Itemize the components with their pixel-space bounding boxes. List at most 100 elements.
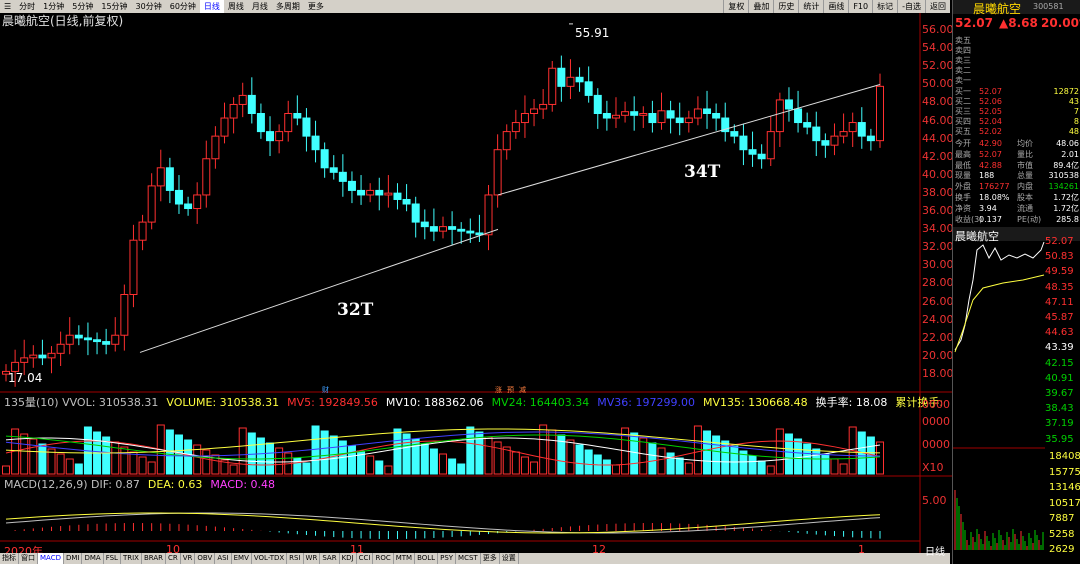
volume-bar xyxy=(384,465,393,475)
indicator-value: MV36: 197299.00 xyxy=(597,396,695,409)
indicator-value: MV5: 192849.56 xyxy=(287,396,378,409)
indicator-tab[interactable]: SAR xyxy=(320,553,340,564)
kline-chart[interactable] xyxy=(0,13,952,553)
vol-axis-unit: X10 xyxy=(922,461,944,474)
volume-bar xyxy=(138,456,147,475)
stat-value: 42.90 xyxy=(979,139,1002,148)
toolbar-button[interactable]: 标记 xyxy=(872,0,897,13)
bid-label: 买四 xyxy=(955,117,971,126)
volume-bar xyxy=(247,432,256,475)
volume-bar xyxy=(520,456,529,475)
event-marker[interactable]: 预 xyxy=(507,385,514,395)
period-tab[interactable]: 60分钟 xyxy=(166,0,200,13)
volume-bar xyxy=(56,453,65,475)
indicator-tab[interactable]: BRAR xyxy=(142,553,166,564)
ask-row: 卖一 xyxy=(955,76,1079,86)
indicator-tab[interactable]: OBV xyxy=(195,553,216,564)
price-tick: 50.00 xyxy=(922,77,954,91)
period-toolbar: ☰ 分时 1分钟 5分钟 15分钟 30分钟 60分钟 日线 周线 月线 多周期 更多 复权 叠加 历史… xyxy=(0,0,950,13)
candle-body xyxy=(803,122,812,128)
indicator-tab[interactable]: PSY xyxy=(438,553,457,564)
candle-body xyxy=(102,341,111,345)
volume-bar xyxy=(794,438,803,475)
mini-chart-tab[interactable]: 日线 xyxy=(925,543,945,558)
mini-price-tick: 49.59 xyxy=(1045,266,1074,278)
indicator-tab[interactable]: CCI xyxy=(357,553,374,564)
bid-row[interactable]: 买二 52.06 43 xyxy=(955,97,1079,107)
toolbar-button[interactable]: 复权 xyxy=(723,0,748,13)
indicator-tab[interactable]: KDJ xyxy=(340,553,357,564)
indicator-tab[interactable]: BOLL xyxy=(415,553,439,564)
bid-row[interactable]: 买四 52.04 8 xyxy=(955,117,1079,127)
bid-row[interactable]: 买三 52.05 7 xyxy=(955,107,1079,117)
indicator-tab[interactable]: EMV xyxy=(232,553,252,564)
toolbar-button[interactable]: 统计 xyxy=(798,0,823,13)
period-tab[interactable]: 更多 xyxy=(304,0,328,13)
price-tick: 18.00 xyxy=(922,366,954,380)
mini-price-tick: 48.35 xyxy=(1045,281,1074,293)
period-tab[interactable]: 多周期 xyxy=(272,0,304,13)
candle-body xyxy=(165,167,174,191)
ask-label: 卖二 xyxy=(955,66,971,75)
volume-bar xyxy=(548,429,557,475)
indicator-tab[interactable]: MCST xyxy=(456,553,481,564)
candle-body xyxy=(703,108,712,114)
stock-name: 晨曦航空 xyxy=(973,2,1022,16)
volume-bar xyxy=(839,463,848,475)
intraday-mini-chart[interactable] xyxy=(953,240,1045,556)
volume-bar xyxy=(657,447,666,475)
indicator-tab[interactable]: 更多 xyxy=(481,553,500,564)
bid-row[interactable]: 买五 52.02 48 xyxy=(955,127,1079,137)
candle-body xyxy=(439,226,447,232)
period-tab[interactable]: 周线 xyxy=(224,0,248,13)
candle-body xyxy=(675,117,684,124)
toolbar-button[interactable]: 返回 xyxy=(925,0,950,13)
indicator-tab[interactable]: MACD xyxy=(38,553,64,564)
indicator-tab[interactable]: VR xyxy=(181,553,196,564)
indicator-tab[interactable]: WR xyxy=(304,553,321,564)
volume-bar xyxy=(511,451,520,475)
volume-bar xyxy=(830,458,839,475)
period-tab[interactable]: 日线 xyxy=(199,0,224,13)
volume-bar xyxy=(730,445,739,475)
event-marker[interactable]: 减 xyxy=(519,385,526,395)
candle-body xyxy=(329,167,338,173)
indicator-tab[interactable]: ASI xyxy=(215,553,232,564)
candle-body xyxy=(56,343,65,354)
stock-code: 300581 xyxy=(1033,2,1064,11)
candle-body xyxy=(375,189,384,196)
indicator-tab[interactable]: CR xyxy=(166,553,181,564)
ask-label: 卖一 xyxy=(955,76,971,85)
candle-body xyxy=(666,110,675,119)
volume-bar xyxy=(229,464,238,475)
indicator-tab[interactable]: VOL-TDX xyxy=(252,553,288,564)
candle-body xyxy=(566,76,575,87)
toolbar-button[interactable]: -自选 xyxy=(897,0,925,13)
indicator-tab[interactable]: MTM xyxy=(394,553,416,564)
indicator-tab[interactable]: 设置 xyxy=(500,553,519,564)
period-tab[interactable]: 月线 xyxy=(248,0,272,13)
toolbar-button[interactable]: 历史 xyxy=(773,0,798,13)
indicator-tab[interactable]: 指标 xyxy=(0,553,19,564)
volume-bar xyxy=(174,434,183,475)
indicator-tab[interactable]: DMI xyxy=(64,553,83,564)
period-tab[interactable]: 30分钟 xyxy=(132,0,166,13)
bid-volume: 8 xyxy=(1073,117,1079,126)
indicator-tab[interactable]: FSL xyxy=(104,553,121,564)
event-marker[interactable]: 涨 xyxy=(495,385,502,395)
indicator-tab[interactable]: RSI xyxy=(287,553,304,564)
indicator-tab[interactable]: ROC xyxy=(373,553,394,564)
indicator-tab[interactable]: 窗口 xyxy=(19,553,38,564)
vol-axis-label: 0000 xyxy=(922,398,950,411)
candle-body xyxy=(794,108,803,124)
indicator-tab[interactable]: TRIX xyxy=(121,553,142,564)
macd-indicator-title: MACD(12,26,9) DIF: 0.87 DEA: 0.63 MACD: 0.… xyxy=(4,478,283,491)
toolbar-button[interactable]: 画线 xyxy=(823,0,848,13)
indicator-tab[interactable]: DMA xyxy=(82,553,104,564)
stat-value: 42.88 xyxy=(979,160,1002,170)
candle-body xyxy=(138,221,147,241)
bid-row[interactable]: 买一 52.07 12872 xyxy=(955,87,1079,97)
toolbar-button[interactable]: F10 xyxy=(848,0,872,13)
toolbar-button[interactable]: 叠加 xyxy=(748,0,773,13)
event-marker[interactable]: 财 xyxy=(322,385,329,395)
